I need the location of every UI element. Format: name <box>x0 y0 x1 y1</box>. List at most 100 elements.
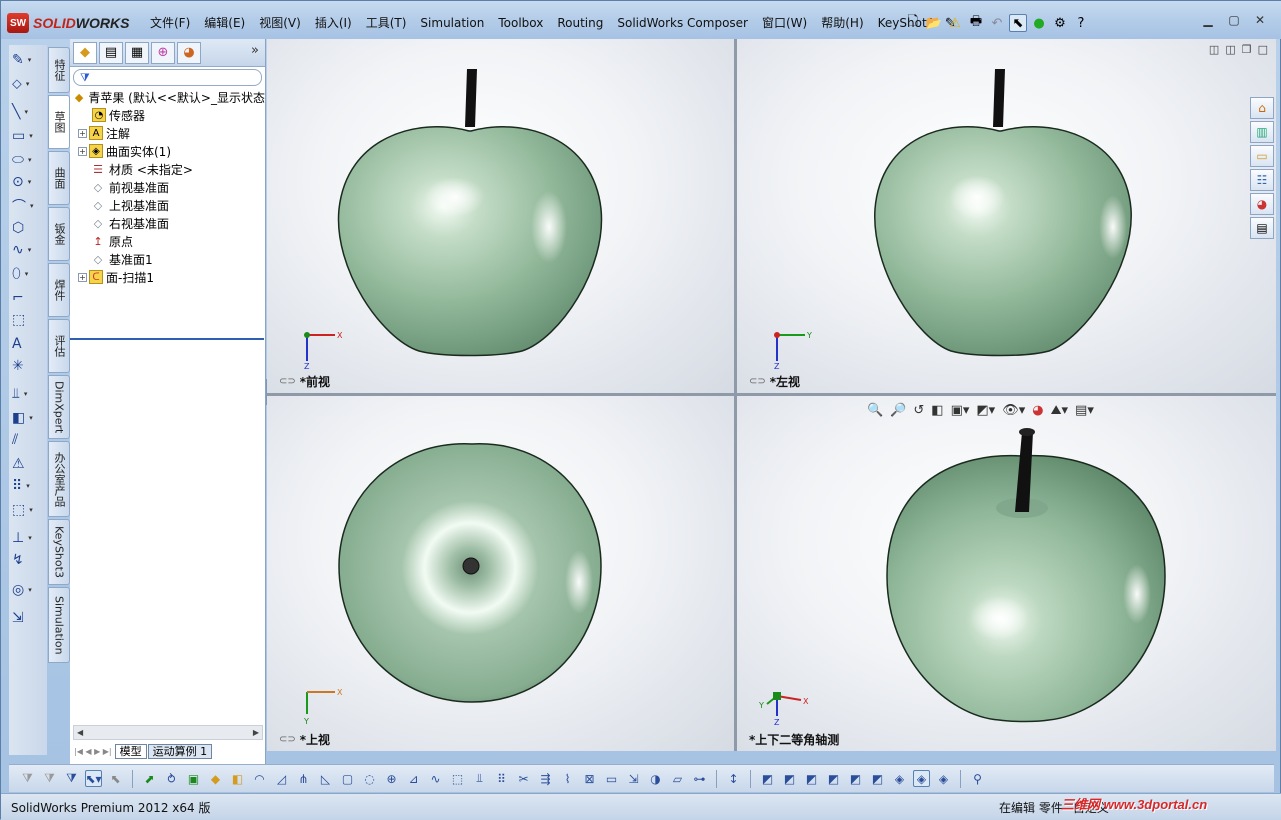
link-views-icon[interactable]: ⊂⊃ <box>749 376 766 387</box>
tab-features[interactable]: 特征 <box>48 47 70 93</box>
view-trimetric-icon[interactable]: ◈ <box>913 770 930 787</box>
measure-tool-icon[interactable]: ⚲ <box>969 770 986 787</box>
viewport-front[interactable]: X Z ⊂⊃ *前视 <box>267 39 734 393</box>
property-manager-tab-icon[interactable]: ▤ <box>99 41 123 64</box>
edit-appearance-icon[interactable]: ◕ <box>1032 403 1043 418</box>
fillet-icon[interactable]: ◠ <box>251 770 268 787</box>
circle-icon[interactable]: ⊙ ▾ <box>12 173 44 191</box>
instant2d-icon[interactable]: ⇲ <box>12 609 44 627</box>
move-entities-icon[interactable]: ⬚ ▾ <box>12 501 44 519</box>
configuration-manager-tab-icon[interactable]: ▦ <box>125 41 149 64</box>
loft-icon[interactable]: ◆ <box>207 770 224 787</box>
expand-panel-icon[interactable]: » <box>251 43 259 58</box>
tree-item-surface-bodies[interactable]: + ◈ 曲面实体(1) <box>70 142 265 160</box>
expand-toggle[interactable]: + <box>78 146 87 156</box>
reference-geometry-icon[interactable]: ⊿ <box>405 770 422 787</box>
close-icon[interactable]: ✕ <box>1250 11 1270 29</box>
combine-icon[interactable]: ◑ <box>647 770 664 787</box>
tree-item-sensors[interactable]: ◔ 传感器 <box>70 106 265 124</box>
filter-faces-icon[interactable]: ⧩ <box>63 770 80 787</box>
design-library-icon[interactable]: ▥ <box>1250 121 1274 143</box>
line-icon[interactable]: ╲ ▾ <box>12 103 44 121</box>
offset-entities-icon[interactable]: ⫽ <box>12 431 44 449</box>
dimxpert-manager-tab-icon[interactable]: ⊕ <box>151 41 175 64</box>
text-icon[interactable]: A <box>12 335 44 353</box>
maximize-view-icon[interactable]: □ <box>1258 43 1268 56</box>
tab-keyshot[interactable]: KeyShot3 <box>48 519 70 585</box>
rollback-bar[interactable] <box>70 338 264 340</box>
link-views-icon[interactable]: ⊂⊃ <box>279 734 296 745</box>
tab-nav-icon[interactable]: |◀ ◀ ▶ ▶| <box>72 747 114 756</box>
help-icon[interactable]: ? <box>1072 14 1090 32</box>
sketch-icon[interactable]: ✎ ▾ <box>12 51 44 69</box>
intersect-icon[interactable]: ⊕ <box>383 770 400 787</box>
scroll-right-icon[interactable]: ▶ <box>253 728 259 737</box>
planar-surface-icon[interactable]: ▱ <box>669 770 686 787</box>
display-style-icon[interactable]: ◩▾ <box>976 403 995 418</box>
trim-surface-icon[interactable]: ⌇ <box>559 770 576 787</box>
custom-properties-icon[interactable]: ▤ <box>1250 217 1274 239</box>
linear-pattern-icon[interactable]: ⠿ ▾ <box>12 477 44 495</box>
scroll-left-icon[interactable]: ◀ <box>77 728 83 737</box>
smart-dimension-icon[interactable]: ⬦ ▾ <box>12 75 44 93</box>
minimize-icon[interactable]: ▁ <box>1198 11 1218 29</box>
mirror-icon[interactable]: ⫫ <box>471 770 488 787</box>
tab-sketch[interactable]: 草图 <box>48 95 70 149</box>
convert-entities-icon[interactable]: ◧ ▾ <box>12 409 44 427</box>
tab-simulation[interactable]: Simulation <box>48 587 70 663</box>
instant3d-icon[interactable]: ⬚ <box>449 770 466 787</box>
view-front-icon[interactable]: ◩ <box>759 770 776 787</box>
tree-item-plane1[interactable]: ◇ 基准面1 <box>70 250 265 268</box>
polygon-icon[interactable]: ⬡ <box>12 219 44 237</box>
filter-icon[interactable]: ⧩ <box>19 770 36 787</box>
app-logo[interactable]: SW SOLIDWORKS <box>7 11 129 35</box>
view-right-icon[interactable]: ◩ <box>825 770 842 787</box>
menu-composer[interactable]: SolidWorks Composer <box>610 12 755 34</box>
apply-scene-icon[interactable]: ⛰▾ <box>1051 403 1068 418</box>
restore-view-icon[interactable]: ❐ <box>1242 43 1252 56</box>
ellipse-icon[interactable]: ⬯ ▾ <box>12 265 44 283</box>
file-explorer-icon[interactable]: ▭ <box>1250 145 1274 167</box>
draft-icon[interactable]: ◺ <box>317 770 334 787</box>
view-bottom-icon[interactable]: ◩ <box>869 770 886 787</box>
viewport-isometric[interactable]: 🔍 🔎 ↺ ◧ ▣▾ ◩▾ 👁▾ ◕ ⛰▾ ▤▾ X Z Y *上下二等角轴测 <box>737 396 1276 751</box>
menu-window[interactable]: 窗口(W) <box>755 12 814 34</box>
tab-surfaces[interactable]: 曲面 <box>48 151 70 205</box>
undo-icon[interactable]: ↶ <box>988 14 1006 32</box>
tab-weldments[interactable]: 焊件 <box>48 263 70 317</box>
tab-model[interactable]: 模型 <box>114 743 147 759</box>
menu-toolbox[interactable]: Toolbox <box>491 12 550 34</box>
maximize-icon[interactable]: ▢ <box>1224 11 1244 29</box>
tab-sheet-metal[interactable]: 钣金 <box>48 207 70 261</box>
split-view-icon[interactable]: ◫ <box>1209 43 1219 56</box>
tree-item-surface-sweep1[interactable]: + ᑕ 面-扫描1 <box>70 268 265 286</box>
section-view-icon[interactable]: ◧ <box>931 403 943 418</box>
filter-edges-icon[interactable]: ⧩ <box>41 770 58 787</box>
tab-motion-study[interactable]: 运动算例 1 <box>147 743 213 759</box>
arc-icon[interactable]: ⌒ ▾ <box>12 197 44 215</box>
tab-office-products[interactable]: 办公室产品 <box>48 441 70 517</box>
tab-dimxpert[interactable]: DimXpert <box>48 375 70 439</box>
knit-icon[interactable]: ⊠ <box>581 770 598 787</box>
expand-toggle[interactable]: + <box>78 128 87 138</box>
construction-geometry-icon[interactable]: ⬚ <box>12 311 44 329</box>
expand-toggle[interactable]: + <box>78 272 87 282</box>
rebuild-warning-icon[interactable]: ⚠ <box>946 14 964 32</box>
zoom-to-fit-icon[interactable]: 🔍 <box>867 403 883 418</box>
menu-help[interactable]: 帮助(H) <box>814 12 870 34</box>
rectangle-icon[interactable]: ▭ ▾ <box>12 127 44 145</box>
appearances-icon[interactable]: ◕ <box>1250 193 1274 215</box>
slot-icon[interactable]: ⬭ ▾ <box>12 151 44 169</box>
wrap-icon[interactable]: ◌ <box>361 770 378 787</box>
shell-icon[interactable]: ▢ <box>339 770 356 787</box>
spline-icon[interactable]: ∿ ▾ <box>12 241 44 259</box>
view-dimetric-icon[interactable]: ◈ <box>935 770 952 787</box>
view-back-icon[interactable]: ◩ <box>781 770 798 787</box>
viewport-top[interactable]: X Y ⊂⊃ *上视 <box>267 396 734 751</box>
curves-icon[interactable]: ∿ <box>427 770 444 787</box>
repair-sketch-icon[interactable]: ↯ <box>12 551 44 569</box>
display-manager-tab-icon[interactable]: ◕ <box>177 41 201 64</box>
thicken-icon[interactable]: ▭ <box>603 770 620 787</box>
view-palette-icon[interactable]: ☷ <box>1250 169 1274 191</box>
sweep-icon[interactable]: ▣ <box>185 770 202 787</box>
